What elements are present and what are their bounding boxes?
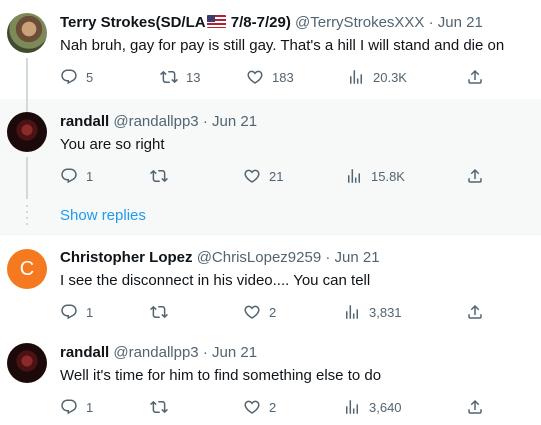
views-button[interactable]: 15.8K bbox=[345, 166, 405, 186]
retweet-button[interactable] bbox=[150, 166, 168, 186]
reply-icon bbox=[60, 68, 78, 86]
author-name[interactable]: randall bbox=[60, 113, 109, 130]
author-name[interactable]: Christopher Lopez bbox=[60, 249, 193, 266]
share-button[interactable] bbox=[466, 302, 484, 322]
separator-dot: · bbox=[428, 14, 434, 31]
author-name[interactable]: randall bbox=[60, 344, 109, 361]
thread-connector bbox=[26, 99, 28, 112]
retweet-icon bbox=[160, 68, 178, 86]
view-count: 3,640 bbox=[369, 399, 402, 415]
views-icon bbox=[345, 167, 363, 185]
retweet-icon bbox=[150, 398, 168, 416]
tweet-text: You are so right bbox=[60, 136, 165, 153]
tweet-header: randall @randallpp3 · Jun 21 bbox=[60, 112, 257, 132]
retweet-icon bbox=[150, 303, 168, 321]
tweet[interactable]: Terry Strokes(SD/LA 7/8-7/29) @TerryStro… bbox=[0, 0, 541, 99]
tweet-header: Terry Strokes(SD/LA 7/8-7/29) @TerryStro… bbox=[60, 13, 483, 33]
author-handle[interactable]: @randallpp3 bbox=[113, 344, 198, 361]
tweet-actions: 1 2 3,640 bbox=[60, 397, 530, 417]
author-name[interactable]: Terry Strokes(SD/LA bbox=[60, 14, 206, 31]
like-icon bbox=[246, 68, 264, 86]
view-count: 15.8K bbox=[371, 168, 405, 184]
like-button[interactable]: 2 bbox=[243, 302, 276, 322]
like-count: 2 bbox=[269, 304, 277, 320]
tweet[interactable]: C Christopher Lopez @ChrisLopez9259 · Ju… bbox=[0, 235, 541, 335]
views-button[interactable]: 20.3K bbox=[347, 67, 407, 87]
author-name-suffix[interactable]: 7/8-7/29) bbox=[227, 14, 291, 31]
reply-button[interactable]: 5 bbox=[60, 67, 93, 87]
tweet-actions: 1 21 15.8K bbox=[60, 166, 530, 186]
tweet-date[interactable]: Jun 21 bbox=[438, 14, 483, 31]
tweet[interactable]: randall @randallpp3 · Jun 21 You are so … bbox=[0, 99, 541, 199]
reply-icon bbox=[60, 303, 78, 321]
separator-dot: · bbox=[325, 249, 331, 266]
share-button[interactable] bbox=[466, 397, 484, 417]
show-replies-row[interactable]: Show replies bbox=[0, 199, 541, 235]
retweet-icon bbox=[150, 167, 168, 185]
tweet-header: randall @randallpp3 · Jun 21 bbox=[60, 343, 257, 363]
like-icon bbox=[243, 303, 261, 321]
like-icon bbox=[243, 398, 261, 416]
show-replies-link[interactable]: Show replies bbox=[60, 207, 146, 224]
views-icon bbox=[343, 398, 361, 416]
author-handle[interactable]: @randallpp3 bbox=[113, 113, 198, 130]
author-handle[interactable]: @ChrisLopez9259 bbox=[197, 249, 321, 266]
avatar[interactable]: C bbox=[7, 249, 47, 289]
share-button[interactable] bbox=[466, 166, 484, 186]
us-flag-icon bbox=[206, 15, 226, 28]
views-icon bbox=[347, 68, 365, 86]
views-button[interactable]: 3,640 bbox=[343, 397, 402, 417]
retweet-button[interactable]: 13 bbox=[160, 67, 200, 87]
like-button[interactable]: 2 bbox=[243, 397, 276, 417]
avatar[interactable] bbox=[7, 13, 47, 53]
retweet-count: 13 bbox=[186, 69, 201, 85]
avatar[interactable] bbox=[7, 112, 47, 152]
retweet-button[interactable] bbox=[150, 397, 168, 417]
tweet-text: I see the disconnect in his video.... Yo… bbox=[60, 272, 371, 289]
view-count: 20.3K bbox=[373, 69, 407, 85]
reply-button[interactable]: 1 bbox=[60, 397, 93, 417]
reply-count: 1 bbox=[86, 399, 94, 415]
tweet[interactable]: randall @randallpp3 · Jun 21 Well it's t… bbox=[0, 335, 541, 425]
reply-icon bbox=[60, 167, 78, 185]
thread-connector bbox=[26, 58, 28, 99]
reply-count: 5 bbox=[86, 69, 94, 85]
tweet-header: Christopher Lopez @ChrisLopez9259 · Jun … bbox=[60, 248, 380, 268]
share-icon bbox=[466, 68, 484, 86]
tweet-text: Well it's time for him to find something… bbox=[60, 367, 382, 384]
tweet-date[interactable]: Jun 21 bbox=[212, 113, 257, 130]
share-button[interactable] bbox=[466, 67, 484, 87]
tweet-date[interactable]: Jun 21 bbox=[212, 344, 257, 361]
tweet-date[interactable]: Jun 21 bbox=[335, 249, 380, 266]
like-count: 2 bbox=[269, 399, 277, 415]
reply-button[interactable]: 1 bbox=[60, 302, 93, 322]
avatar[interactable] bbox=[7, 343, 47, 383]
like-count: 183 bbox=[272, 69, 294, 85]
like-icon bbox=[243, 167, 261, 185]
views-button[interactable]: 3,831 bbox=[343, 302, 402, 322]
reply-count: 1 bbox=[86, 304, 94, 320]
view-count: 3,831 bbox=[369, 304, 402, 320]
separator-dot: · bbox=[202, 113, 208, 130]
tweet-actions: 5 13 183 20.3K bbox=[60, 67, 530, 87]
reply-button[interactable]: 1 bbox=[60, 166, 93, 186]
tweet-actions: 1 2 3,831 bbox=[60, 302, 530, 322]
tweet-text: Nah bruh, gay for pay is still gay. That… bbox=[60, 37, 505, 54]
reply-count: 1 bbox=[86, 168, 94, 184]
like-count: 21 bbox=[269, 168, 284, 184]
thread-connector bbox=[26, 157, 28, 199]
thread-dotted-connector bbox=[26, 205, 28, 229]
share-icon bbox=[466, 167, 484, 185]
retweet-button[interactable] bbox=[150, 302, 168, 322]
share-icon bbox=[466, 398, 484, 416]
reply-icon bbox=[60, 398, 78, 416]
share-icon bbox=[466, 303, 484, 321]
like-button[interactable]: 21 bbox=[243, 166, 283, 186]
views-icon bbox=[343, 303, 361, 321]
author-handle[interactable]: @TerryStrokesXXX bbox=[295, 14, 424, 31]
separator-dot: · bbox=[202, 344, 208, 361]
like-button[interactable]: 183 bbox=[246, 67, 294, 87]
